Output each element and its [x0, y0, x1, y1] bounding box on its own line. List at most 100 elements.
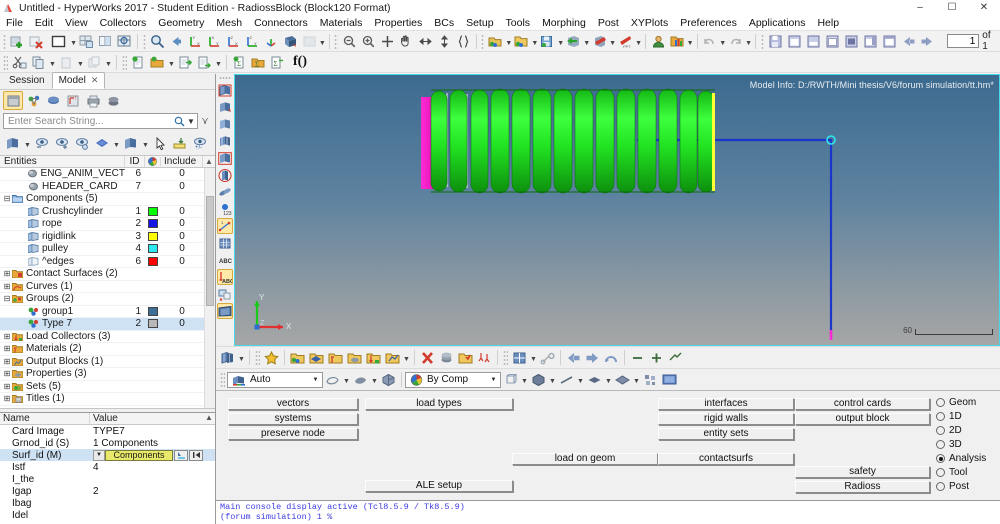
new-document-green-icon[interactable]	[129, 53, 148, 72]
entity-type-chevron-down-icon[interactable]: ▼	[93, 449, 105, 461]
sets-collector-icon[interactable]	[345, 348, 364, 367]
menu-item-help[interactable]: Help	[811, 15, 845, 31]
load-collector-icon[interactable]	[364, 348, 383, 367]
shaded-mode-chevron-down-icon[interactable]: ▼	[112, 134, 121, 153]
open-chevron-down-icon[interactable]: ▼	[531, 32, 538, 51]
tree-row[interactable]: ⊟ Components (5)	[0, 193, 215, 206]
radio-knob[interactable]	[936, 468, 945, 477]
property-row[interactable]: Istf 4	[0, 461, 215, 473]
menu-item-applications[interactable]: Applications	[743, 15, 812, 31]
page-new-icon[interactable]	[785, 32, 804, 51]
color-swatch[interactable]	[148, 219, 158, 229]
tree-row[interactable]: ⊞ Properties (3)	[0, 368, 215, 381]
page-bottom-icon[interactable]	[804, 32, 823, 51]
preferences-chevron-down-icon[interactable]: ▼	[687, 32, 694, 51]
reset-entity-icon[interactable]	[189, 449, 203, 461]
radio-knob[interactable]	[936, 482, 945, 491]
entity-selector-button[interactable]: Components	[105, 449, 173, 461]
radio-knob[interactable]	[936, 412, 945, 421]
tree-row[interactable]: ⊟ Groups (2)	[0, 293, 215, 306]
tree-row[interactable]: rope 2 0	[0, 218, 215, 231]
radio-knob[interactable]	[936, 440, 945, 449]
page-previous-arrow-icon[interactable]	[899, 32, 918, 51]
pan-hand-icon[interactable]	[397, 32, 416, 51]
element-mask-icon[interactable]	[217, 235, 233, 251]
tree-item-color-swatch[interactable]	[145, 244, 161, 254]
panel-button-entity-sets[interactable]: entity sets	[658, 428, 794, 440]
menu-item-edit[interactable]: Edit	[29, 15, 59, 31]
zoom-in-icon[interactable]	[359, 32, 378, 51]
collapse-icon[interactable]: ⊟	[2, 194, 12, 203]
search-options-chevron-down-icon[interactable]: ▼	[185, 114, 197, 128]
collapse-all-icon[interactable]: ⋎	[198, 116, 212, 127]
new-summary-icon[interactable]: Σ	[230, 53, 249, 72]
tree-item-color-swatch[interactable]	[145, 206, 161, 216]
element-display-icon[interactable]	[217, 99, 233, 115]
import-chevron-down-icon[interactable]: ▼	[505, 32, 512, 51]
mesh-visibility-chevron-down-icon[interactable]: ▼	[237, 348, 246, 367]
tree-row[interactable]: ⊞ Output Blocks (1)	[0, 356, 215, 368]
color-swatch[interactable]	[148, 319, 158, 329]
tree-item-color-swatch[interactable]	[145, 319, 161, 329]
toolbar-grip[interactable]	[760, 33, 764, 49]
plate-display-icon[interactable]	[613, 370, 632, 389]
user-view-icon[interactable]	[300, 32, 319, 51]
menu-item-properties[interactable]: Properties	[368, 15, 428, 31]
toolbar-grip[interactable]	[503, 350, 508, 365]
mesh-tools-icon[interactable]	[510, 348, 529, 367]
undo-view-icon[interactable]	[602, 348, 621, 367]
menu-item-tools[interactable]: Tools	[500, 15, 537, 31]
back-arrow-icon[interactable]	[564, 348, 583, 367]
tree-row[interactable]: ⊞ Curves (1)	[0, 281, 215, 293]
delete-entity-icon[interactable]	[418, 348, 437, 367]
print-view-icon[interactable]	[83, 91, 103, 110]
close-button[interactable]: ✕	[968, 0, 1000, 15]
delete-model-icon[interactable]	[27, 32, 46, 51]
property-row[interactable]: Igap 2	[0, 485, 215, 497]
select-cursor-icon[interactable]	[150, 134, 170, 153]
tree-item-color-swatch[interactable]	[145, 256, 161, 266]
solid-cube-icon[interactable]	[379, 370, 398, 389]
window-layout-chevron-down-icon[interactable]: ▼	[70, 32, 77, 51]
color-mode-select[interactable]: By Comp ▼	[405, 371, 501, 388]
pan-vertical-icon[interactable]	[435, 32, 454, 51]
export-chevron-down-icon[interactable]: ▼	[583, 32, 590, 51]
page-delete-icon[interactable]	[880, 32, 899, 51]
property-row[interactable]: I_the	[0, 473, 215, 485]
panel-button-systems[interactable]: systems	[228, 413, 358, 425]
expand-icon[interactable]: ⊞	[2, 282, 12, 291]
shaded-mode-icon[interactable]	[92, 134, 112, 153]
expand-icon[interactable]: ⊞	[2, 344, 12, 353]
fit-view-icon[interactable]	[666, 348, 685, 367]
menu-item-post[interactable]: Post	[592, 15, 625, 31]
tree-item-color-swatch[interactable]	[145, 231, 161, 241]
collectors-chevron-down-icon[interactable]: ▼	[402, 348, 411, 367]
toolbar-grip[interactable]	[334, 33, 338, 49]
browser-tab-session[interactable]: Session	[2, 73, 52, 89]
measure-icon[interactable]: 1	[217, 218, 233, 234]
user-profile-icon[interactable]	[649, 32, 668, 51]
mask-view-icon[interactable]: !	[63, 91, 83, 110]
free-edges-icon[interactable]	[217, 184, 233, 200]
wireframe-mode-icon[interactable]	[121, 134, 141, 153]
shaded-surface-icon[interactable]	[351, 370, 370, 389]
show-plane-icon[interactable]	[217, 303, 233, 319]
copy-chevron-down-icon[interactable]: ▼	[48, 53, 57, 72]
view-iso-icon[interactable]	[262, 32, 281, 51]
expand-icon[interactable]: ⊞	[2, 382, 12, 391]
command-console[interactable]: Main console display active (Tcl8.5.9 / …	[216, 500, 1000, 524]
hide-elements-icon[interactable]	[32, 134, 52, 153]
menu-item-xyplots[interactable]: XYPlots	[625, 15, 674, 31]
mesh-lines-icon[interactable]	[217, 133, 233, 149]
export-green-icon[interactable]	[564, 32, 583, 51]
expand-icon[interactable]: ⊞	[2, 369, 12, 378]
window-layout-icon[interactable]	[46, 32, 70, 51]
menu-item-morphing[interactable]: Morphing	[536, 15, 592, 31]
tree-row[interactable]: ⊞ Materials (2)	[0, 343, 215, 356]
pick-entity-icon[interactable]	[174, 449, 188, 461]
radio-knob[interactable]	[936, 454, 945, 463]
panel-button-output-block[interactable]: output block	[795, 413, 930, 425]
toolbar-grip[interactable]	[142, 33, 146, 49]
graphics-viewport[interactable]: Model Info: D:/RWTH/Mini thesis/V6/forum…	[234, 74, 1000, 346]
radio-knob[interactable]	[936, 398, 945, 407]
